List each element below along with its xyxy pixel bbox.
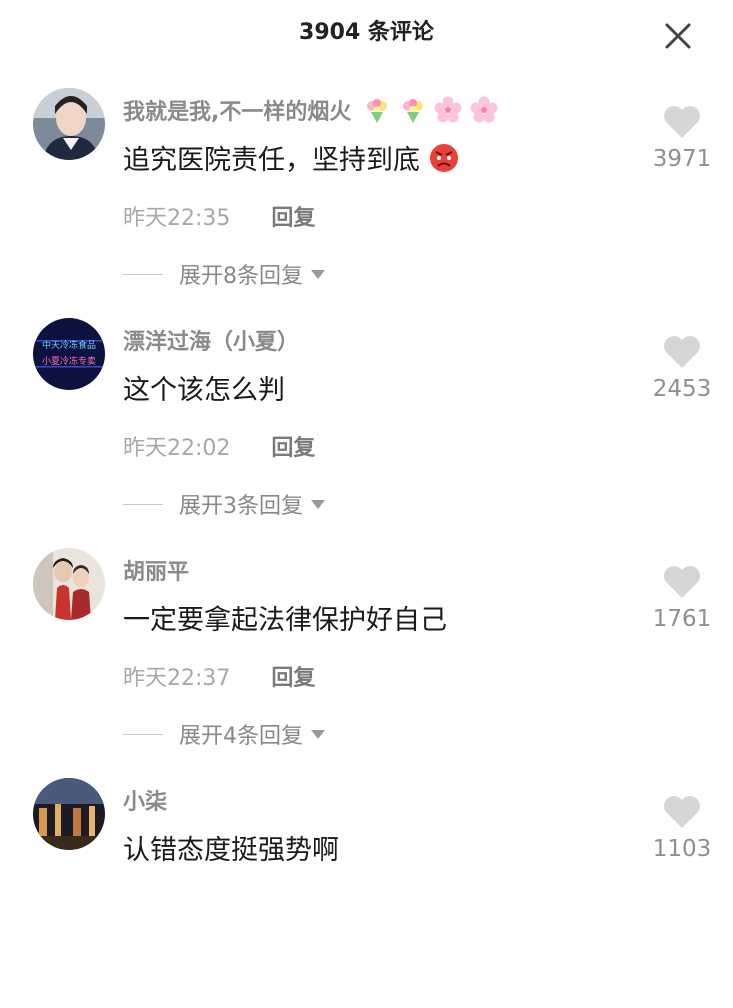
comment-meta: 昨天22:37 回复 xyxy=(123,660,315,692)
timestamp: 昨天22:35 xyxy=(123,206,231,231)
caret-down-icon xyxy=(311,499,325,509)
username-text: 我就是我,不一样的烟火 xyxy=(123,100,352,125)
heart-icon xyxy=(664,796,700,828)
avatar[interactable]: 中天冷冻食品 小夏冷冻专卖 xyxy=(33,318,105,390)
avatar-sign-text: 中天冷冻食品 xyxy=(42,339,96,351)
cherry-blossom-icon xyxy=(470,96,498,123)
like-count: 1103 xyxy=(652,836,712,862)
heart-icon xyxy=(664,106,700,138)
comment-count-title: 3904 条评论 xyxy=(299,20,434,45)
bouquet-icon xyxy=(367,99,388,123)
like-count: 3971 xyxy=(652,146,712,172)
comments-header: 3904 条评论 xyxy=(0,0,733,62)
divider xyxy=(123,503,163,505)
reply-button[interactable]: 回复 xyxy=(271,666,315,691)
reply-button[interactable]: 回复 xyxy=(271,436,315,461)
comment-text: 一定要拿起法律保护好自己 xyxy=(123,605,447,636)
reply-button[interactable]: 回复 xyxy=(271,206,315,231)
username[interactable]: 漂洋过海（小夏） xyxy=(123,324,299,356)
divider xyxy=(123,733,163,735)
like-count: 2453 xyxy=(652,376,712,402)
like-count: 1761 xyxy=(652,606,712,632)
heart-icon xyxy=(664,566,700,598)
like-button[interactable]: 3971 xyxy=(640,104,724,172)
comment-item: 小柒 认错态度挺强势啊 1103 xyxy=(0,778,733,1008)
expand-replies-button[interactable]: 展开8条回复 xyxy=(123,258,325,290)
comment-item: 中天冷冻食品 小夏冷冻专卖 漂洋过海（小夏） 这个该怎么判 昨天22:02 回复… xyxy=(0,318,733,548)
caret-down-icon xyxy=(311,729,325,739)
expand-replies-button[interactable]: 展开4条回复 xyxy=(123,718,325,750)
comment-meta: 昨天22:02 回复 xyxy=(123,430,315,462)
divider xyxy=(123,273,163,275)
avatar-sign-text: 小夏冷冻专卖 xyxy=(42,355,96,367)
comment-text: 认错态度挺强势啊 xyxy=(123,835,339,866)
username[interactable]: 小柒 xyxy=(123,784,167,816)
comment-meta: 昨天22:35 回复 xyxy=(123,200,315,232)
username-emojis xyxy=(363,96,498,130)
close-button[interactable] xyxy=(660,18,696,54)
timestamp: 昨天22:02 xyxy=(123,436,231,461)
like-button[interactable]: 1103 xyxy=(640,794,724,862)
caret-down-icon xyxy=(311,269,325,279)
angry-face-icon xyxy=(429,144,458,172)
timestamp: 昨天22:37 xyxy=(123,666,231,691)
expand-replies-button[interactable]: 展开3条回复 xyxy=(123,488,325,520)
comment-text: 追究医院责任，坚持到底 xyxy=(123,138,459,177)
username[interactable]: 胡丽平 xyxy=(123,554,189,586)
username[interactable]: 我就是我,不一样的烟火 xyxy=(123,94,498,130)
avatar[interactable] xyxy=(33,778,105,850)
close-icon xyxy=(665,23,691,49)
avatar[interactable] xyxy=(33,548,105,620)
avatar[interactable] xyxy=(33,88,105,160)
like-button[interactable]: 2453 xyxy=(640,334,724,402)
bouquet-icon xyxy=(402,99,423,123)
cherry-blossom-icon xyxy=(434,96,462,123)
comment-item: 我就是我,不一样的烟火 追究医院责任，坚持到底 昨天22:35 回复 展开8条回… xyxy=(0,88,733,318)
like-button[interactable]: 1761 xyxy=(640,564,724,632)
heart-icon xyxy=(664,336,700,368)
comment-item: 胡丽平 一定要拿起法律保护好自己 昨天22:37 回复 展开4条回复 1761 xyxy=(0,548,733,778)
comment-text: 这个该怎么判 xyxy=(123,375,285,406)
